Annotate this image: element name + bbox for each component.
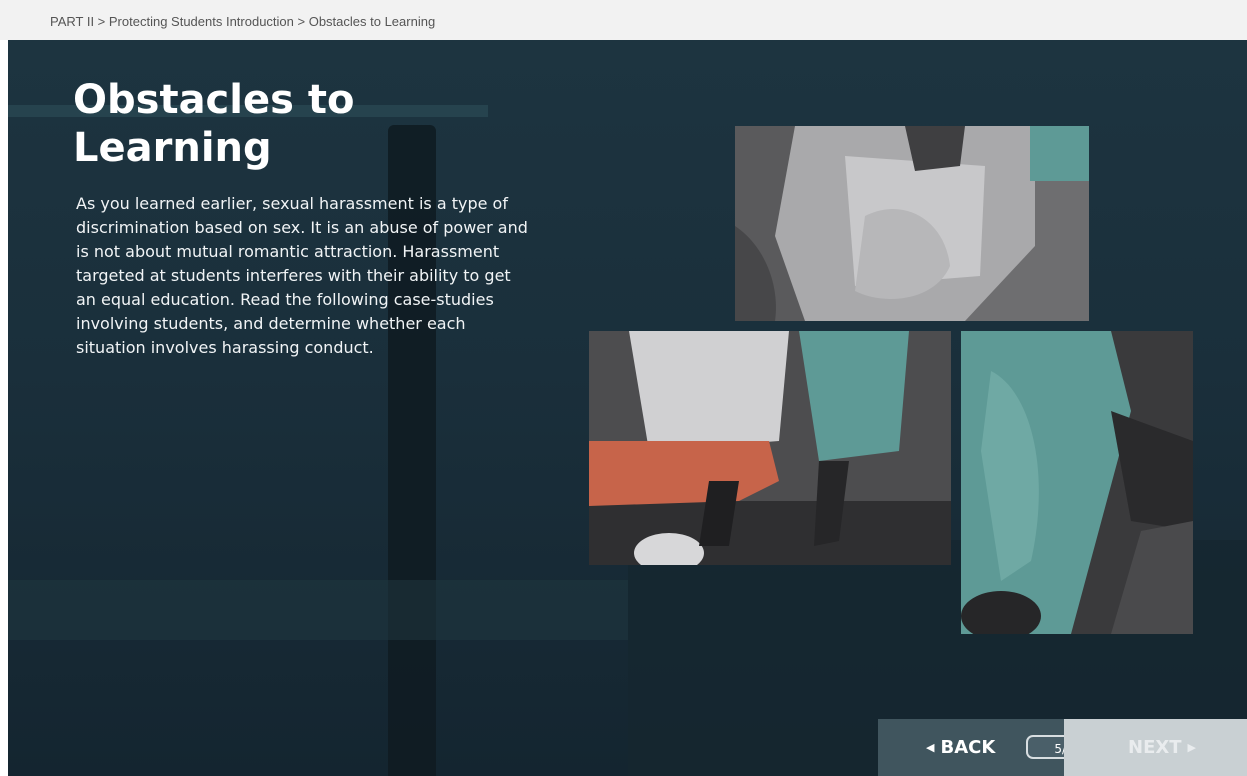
next-button-area[interactable]: NEXT ▶ [1064, 719, 1247, 776]
back-button[interactable]: ◀ BACK [926, 737, 995, 758]
next-button[interactable]: NEXT ▶ [1128, 737, 1196, 758]
soccer-photo-bottom-left [589, 331, 951, 565]
soccer-photo-top [735, 126, 1089, 321]
navigation-bar: ◀BACK 5/7 NEXT▶ [878, 719, 1247, 776]
slide-stage: Obstacles to Learning As you learned ear… [8, 40, 1247, 776]
back-button-area[interactable]: ◀BACK 5/7 [878, 719, 1102, 776]
course-player: PART II > Protecting Students Introducti… [0, 0, 1247, 776]
chevron-left-icon: ◀ [926, 741, 935, 754]
breadcrumb: PART II > Protecting Students Introducti… [50, 14, 436, 29]
breadcrumb-bar: PART II > Protecting Students Introducti… [0, 0, 1247, 40]
slide-title: Obstacles to Learning [73, 77, 355, 171]
soccer-photo-bottom-right [961, 331, 1193, 634]
next-button-label: NEXT [1128, 737, 1182, 758]
slide-body-text: As you learned earlier, sexual harassmen… [76, 194, 528, 357]
back-button-label: BACK [940, 737, 996, 758]
chevron-right-icon: ▶ [1187, 741, 1196, 754]
background-fence [8, 580, 628, 640]
